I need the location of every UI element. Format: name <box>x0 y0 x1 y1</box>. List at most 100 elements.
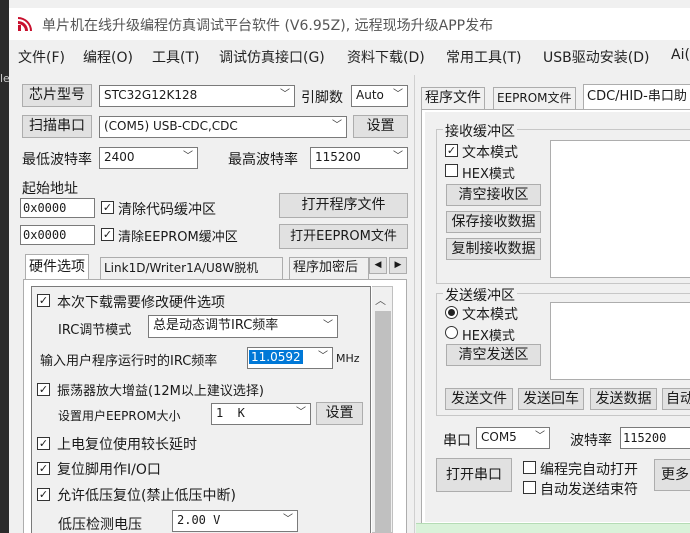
serial-baud-input[interactable]: 115200 <box>620 427 690 449</box>
osc-gain-checkbox[interactable]: ✓ <box>37 383 50 396</box>
irc-frequency-value: 11.0592 <box>249 350 303 364</box>
low-voltage-reset-checkbox[interactable]: ✓ <box>37 488 50 501</box>
menu-item-1[interactable]: 编程(O) <box>83 47 133 67</box>
menu-item-3[interactable]: 调试仿真接口(G) <box>219 47 325 67</box>
min-baud-label: 最低波特率 <box>22 152 92 168</box>
send-text-mode-radio[interactable] <box>445 306 458 319</box>
more-button[interactable]: 更多 <box>654 459 690 491</box>
app-logo-icon <box>17 16 33 32</box>
tab-link1d-writer[interactable]: Link1D/Writer1A/U8W脱机 <box>100 257 283 280</box>
serial-port-label: 串口 <box>443 433 471 449</box>
irc-frequency-label: 输入用户程序运行时的IRC频率 <box>40 354 218 369</box>
chevron-down-icon: ﹀ <box>283 514 293 525</box>
min-baud-value: 2400 <box>104 150 135 164</box>
receive-hex-mode-checkbox[interactable] <box>445 164 458 177</box>
tab-scroll-right-button[interactable]: ▶ <box>389 257 407 274</box>
serial-port-value: COM5 <box>481 430 517 444</box>
tab-program-encrypt[interactable]: 程序加密后 <box>289 257 369 280</box>
min-baud-select[interactable]: 2400 ﹀ <box>99 147 198 169</box>
chevron-down-icon: ﹀ <box>318 351 328 362</box>
pin-count-select[interactable]: Auto ﹀ <box>351 85 408 107</box>
reset-pin-io-label: 复位脚用作I/O口 <box>57 462 161 478</box>
menu-item-2[interactable]: 工具(T) <box>152 47 199 67</box>
send-file-button[interactable]: 发送文件 <box>445 388 513 410</box>
open-program-file-button[interactable]: 打开程序文件 <box>279 193 408 218</box>
power-reset-delay-checkbox[interactable]: ✓ <box>37 437 50 450</box>
port-select[interactable]: (COM5) USB-CDC,CDC ﹀ <box>99 116 347 138</box>
send-enter-button[interactable]: 发送回车 <box>518 388 584 410</box>
irc-frequency-unit: MHz <box>336 352 360 365</box>
irc-mode-select[interactable]: 总是动态调节IRC频率 ﹀ <box>148 315 338 338</box>
send-text-mode-label: 文本模式 <box>462 307 518 323</box>
start-address-label: 起始地址 <box>22 181 78 197</box>
tab-scroll-left-button[interactable]: ◀ <box>369 257 387 274</box>
low-voltage-reset-label: 允许低压复位(禁止低压中断) <box>57 488 236 504</box>
send-buffer-title: 发送缓冲区 <box>443 285 517 305</box>
open-serial-button[interactable]: 打开串口 <box>436 458 512 492</box>
scroll-up-arrow-icon[interactable]: ︿ <box>375 292 386 308</box>
receive-text-mode-label: 文本模式 <box>462 145 518 161</box>
chevron-down-icon: ﹀ <box>332 120 342 131</box>
eeprom-address-input[interactable]: 0x0000 <box>20 225 95 245</box>
power-reset-delay-label: 上电复位使用较长延时 <box>57 437 197 453</box>
tab-cdc-hid-serial[interactable]: CDC/HID-串口助 <box>583 84 690 110</box>
eeprom-size-label: 设置用户EEPROM大小 <box>58 409 181 423</box>
chip-model-select[interactable]: STC32G12K128 ﹀ <box>99 85 295 107</box>
receive-buffer-title: 接收缓冲区 <box>443 121 517 141</box>
chevron-down-icon: ﹀ <box>393 151 403 162</box>
serial-baud-label: 波特率 <box>570 433 612 449</box>
auto-send-button[interactable]: 自动 <box>662 388 690 410</box>
modify-hardware-checkbox[interactable]: ✓ <box>37 294 50 307</box>
pin-count-label: 引脚数 <box>301 90 343 106</box>
chevron-down-icon: ﹀ <box>393 89 403 100</box>
pin-count-value: Auto <box>356 88 384 102</box>
send-hex-mode-label: HEX模式 <box>462 329 515 344</box>
code-address-input[interactable]: 0x0000 <box>20 198 95 218</box>
osc-gain-label: 振荡器放大增益(12M以上建议选择) <box>57 384 264 399</box>
open-eeprom-file-button[interactable]: 打开EEPROM文件 <box>279 224 408 249</box>
receive-text-mode-checkbox[interactable]: ✓ <box>445 144 458 157</box>
auto-open-checkbox[interactable] <box>523 461 536 474</box>
max-baud-select[interactable]: 115200 ﹀ <box>310 147 408 169</box>
menu-item-6[interactable]: USB驱动安装(D) <box>543 47 649 67</box>
copy-receive-button[interactable]: 复制接收数据 <box>446 238 541 260</box>
max-baud-value: 115200 <box>315 150 361 164</box>
reset-pin-io-checkbox[interactable]: ✓ <box>37 462 50 475</box>
receive-textarea[interactable] <box>550 140 690 278</box>
irc-frequency-select[interactable]: 11.0592 ﹀ <box>247 347 333 369</box>
chevron-down-icon: ﹀ <box>280 89 290 100</box>
status-strip <box>416 523 690 533</box>
auto-send-end-checkbox[interactable] <box>523 481 536 494</box>
voltage-detect-select[interactable]: 2.00 V ﹀ <box>172 510 298 532</box>
menu-item-0[interactable]: 文件(F) <box>18 47 65 67</box>
max-baud-label: 最高波特率 <box>228 152 298 168</box>
auto-open-label: 编程完自动打开 <box>540 462 638 478</box>
port-settings-button[interactable]: 设置 <box>353 115 408 138</box>
send-data-button[interactable]: 发送数据 <box>590 388 657 410</box>
tab-hardware-options[interactable]: 硬件选项 <box>25 254 89 280</box>
eeprom-size-set-button[interactable]: 设置 <box>316 402 363 425</box>
clear-receive-button[interactable]: 清空接收区 <box>446 184 541 206</box>
eeprom-size-select[interactable]: 1 K ﹀ <box>211 403 311 425</box>
clear-code-checkbox[interactable]: ✓ <box>101 201 114 214</box>
tab-eeprom-file[interactable]: EEPROM文件 <box>493 87 576 110</box>
save-receive-button[interactable]: 保存接收数据 <box>446 211 541 233</box>
scan-port-button[interactable]: 扫描串口 <box>22 115 92 138</box>
send-textarea[interactable] <box>550 302 690 380</box>
tab-program-file[interactable]: 程序文件 <box>421 87 485 110</box>
menu-item-4[interactable]: 资料下载(D) <box>347 47 425 67</box>
chevron-down-icon: ﹀ <box>323 320 333 331</box>
chip-model-button[interactable]: 芯片型号 <box>22 84 92 107</box>
clear-eeprom-label: 清除EEPROM缓冲区 <box>118 230 238 245</box>
scrollbar-thumb[interactable] <box>375 311 391 533</box>
chevron-down-icon: ﹀ <box>183 151 193 162</box>
send-hex-mode-radio[interactable] <box>445 326 458 339</box>
clear-send-button[interactable]: 清空发送区 <box>446 344 541 366</box>
menu-item-7[interactable]: Ai( <box>671 47 690 63</box>
menu-item-5[interactable]: 常用工具(T) <box>446 47 521 67</box>
chevron-down-icon: ﹀ <box>535 431 545 442</box>
modify-hardware-label: 本次下载需要修改硬件选项 <box>57 295 225 311</box>
serial-port-select[interactable]: COM5 ﹀ <box>476 427 550 449</box>
chip-model-value: STC32G12K128 <box>104 88 198 102</box>
clear-eeprom-checkbox[interactable]: ✓ <box>101 228 114 241</box>
